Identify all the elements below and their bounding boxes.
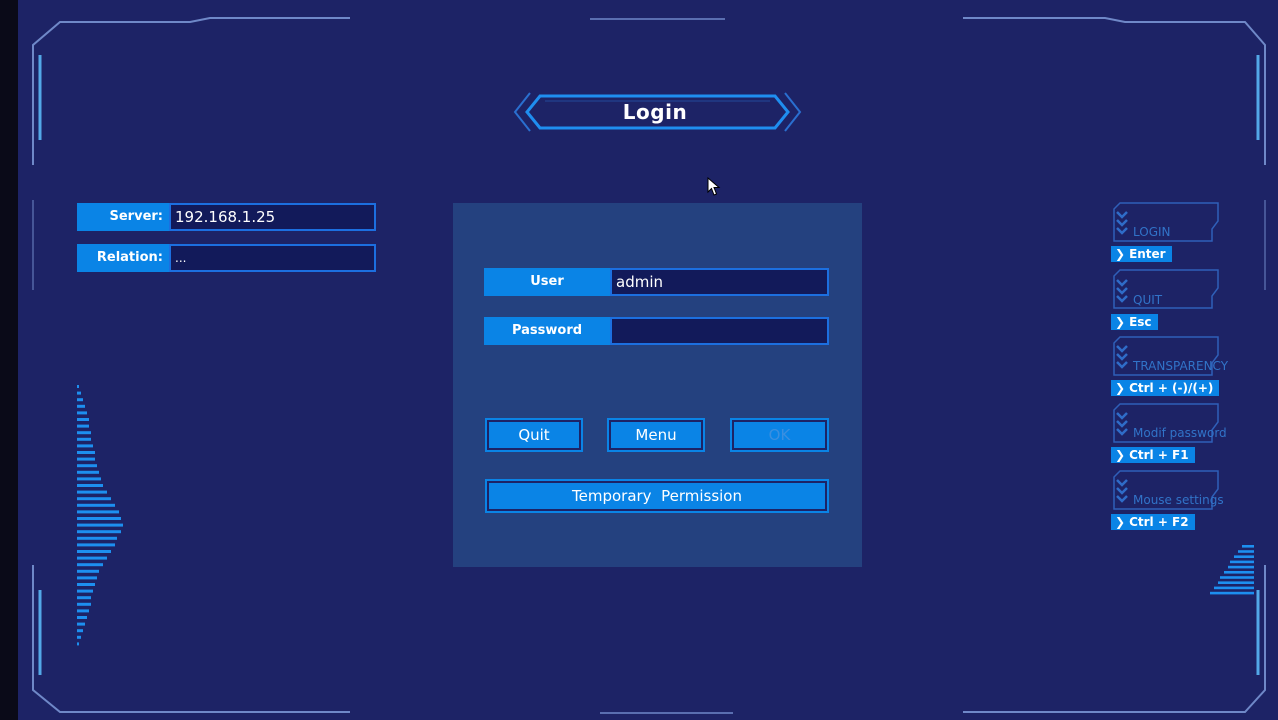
shortcut-mouse-settings-label: Mouse settings — [1133, 493, 1224, 507]
left-bar — [77, 484, 103, 487]
right-bar — [1238, 550, 1254, 553]
left-bar — [77, 404, 85, 408]
user-row: User admin — [484, 268, 829, 296]
mouse-cursor-icon — [707, 177, 721, 196]
shortcut-transparency[interactable]: TRANSPARENCY ❯ Ctrl + (-)/(+) — [1111, 339, 1251, 403]
left-bar — [77, 550, 111, 553]
left-bar — [77, 444, 93, 448]
shortcut-transparency-key: ❯ Ctrl + (-)/(+) — [1111, 380, 1220, 396]
left-bar — [77, 464, 97, 468]
left-bar — [77, 616, 87, 619]
relation-input[interactable]: ... — [169, 244, 376, 272]
quit-button[interactable]: Quit — [485, 418, 583, 452]
left-bar — [77, 385, 79, 388]
shortcut-quit-key: ❯ Esc — [1111, 314, 1158, 330]
password-input[interactable] — [610, 317, 829, 345]
shortcut-login-key: ❯ Enter — [1111, 246, 1172, 262]
relation-label: Relation: — [77, 244, 169, 272]
left-bar — [77, 530, 121, 534]
right-bar — [1230, 560, 1254, 564]
left-bar — [77, 431, 91, 435]
server-input[interactable]: 192.168.1.25 — [169, 203, 376, 231]
left-bar — [77, 589, 93, 593]
shortcut-modif-password[interactable]: Modif password ❯ Ctrl + F1 — [1111, 406, 1251, 470]
left-bar — [77, 556, 107, 560]
ok-button[interactable]: OK — [730, 418, 829, 452]
chevron-down-icon — [1116, 279, 1128, 303]
shortcut-modif-password-key: ❯ Ctrl + F1 — [1111, 447, 1195, 463]
left-bar — [77, 497, 111, 501]
user-label: User — [484, 268, 610, 296]
menu-button[interactable]: Menu — [607, 418, 705, 452]
right-bar — [1224, 571, 1254, 574]
shortcut-quit[interactable]: QUIT ❯ Esc — [1111, 273, 1251, 337]
page-title: Login — [622, 100, 688, 124]
password-row: Password — [484, 317, 829, 345]
left-bar — [77, 477, 101, 481]
server-label: Server: — [77, 203, 169, 231]
left-bar — [77, 457, 95, 461]
left-bar — [77, 536, 117, 540]
right-bar — [1234, 555, 1254, 558]
left-bar — [77, 490, 107, 494]
left-bar — [77, 609, 89, 613]
left-bar — [77, 576, 97, 580]
login-panel: User admin Password Quit Menu OK Tempora… — [453, 203, 862, 567]
left-bar — [77, 583, 95, 586]
password-label: Password — [484, 317, 610, 345]
chevron-down-icon — [1116, 211, 1128, 235]
left-bar — [77, 596, 91, 600]
right-bar — [1210, 591, 1254, 595]
left-bar — [77, 470, 99, 474]
right-bar — [1228, 565, 1254, 569]
left-bar — [77, 437, 91, 441]
left-bar — [77, 418, 89, 421]
left-bar — [77, 622, 85, 626]
shortcut-quit-label: QUIT — [1133, 293, 1163, 307]
left-bar — [77, 569, 99, 573]
shortcut-mouse-settings-key: ❯ Ctrl + F2 — [1111, 514, 1195, 530]
right-bar — [1220, 576, 1254, 579]
user-input[interactable]: admin — [610, 268, 829, 296]
relation-row: Relation: ... — [77, 244, 376, 272]
left-bar — [77, 642, 79, 646]
server-row: Server: 192.168.1.25 — [77, 203, 376, 231]
shortcut-login[interactable]: LOGIN ❯ Enter — [1111, 205, 1251, 269]
right-bar — [1214, 586, 1254, 590]
left-bar — [77, 451, 95, 454]
right-bar — [1218, 581, 1254, 584]
right-bar — [1242, 545, 1254, 548]
left-bar — [77, 503, 115, 507]
temporary-permission-button[interactable]: Temporary Permission — [485, 479, 829, 513]
left-bar — [77, 510, 119, 514]
left-bar — [77, 543, 115, 547]
chevron-down-icon — [1116, 345, 1128, 369]
left-bar — [77, 523, 123, 527]
shortcut-modif-password-label: Modif password — [1133, 426, 1227, 440]
left-bar — [77, 563, 103, 567]
chevron-down-icon — [1116, 479, 1128, 503]
left-bar — [77, 602, 91, 606]
shortcut-transparency-label: TRANSPARENCY — [1133, 359, 1229, 373]
shortcut-login-label: LOGIN — [1133, 225, 1171, 239]
chevron-down-icon — [1116, 412, 1128, 436]
left-bar — [77, 424, 89, 428]
left-bar — [77, 398, 83, 402]
left-bar — [77, 411, 87, 415]
left-bar — [77, 635, 81, 639]
left-bar — [77, 391, 81, 395]
left-bar — [77, 629, 83, 633]
shortcut-mouse-settings[interactable]: Mouse settings ❯ Ctrl + F2 — [1111, 473, 1251, 537]
title-banner: Login — [510, 90, 800, 134]
left-bar — [77, 517, 121, 520]
